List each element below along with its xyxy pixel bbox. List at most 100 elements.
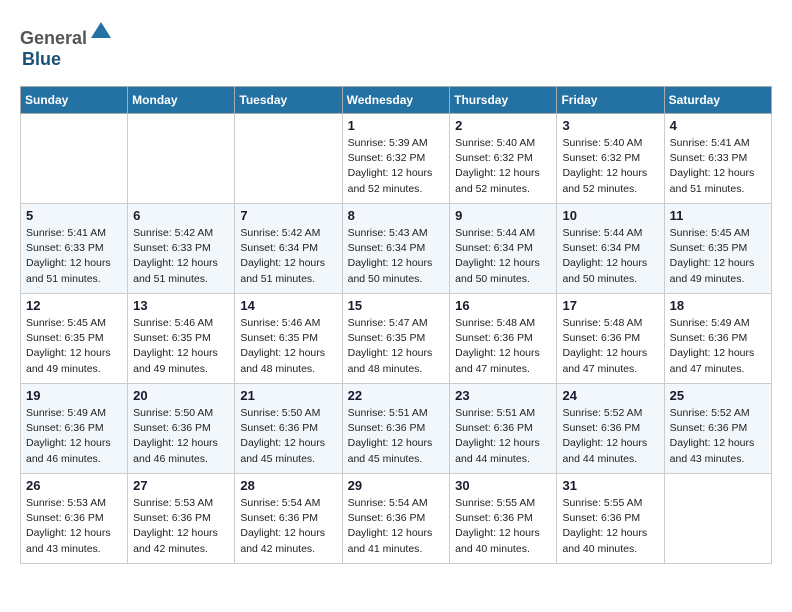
calendar-cell: 5 Sunrise: 5:41 AMSunset: 6:33 PMDaylight…	[21, 204, 128, 294]
day-info: Sunrise: 5:45 AMSunset: 6:35 PMDaylight:…	[26, 316, 122, 377]
day-info: Sunrise: 5:40 AMSunset: 6:32 PMDaylight:…	[455, 136, 551, 197]
col-header-saturday: Saturday	[664, 87, 771, 114]
page-header: General Blue	[20, 20, 772, 70]
day-number: 26	[26, 478, 122, 493]
calendar-cell: 16 Sunrise: 5:48 AMSunset: 6:36 PMDayligh…	[450, 294, 557, 384]
calendar-cell	[235, 114, 342, 204]
day-number: 13	[133, 298, 229, 313]
calendar-cell: 22 Sunrise: 5:51 AMSunset: 6:36 PMDayligh…	[342, 384, 450, 474]
calendar-cell: 28 Sunrise: 5:54 AMSunset: 6:36 PMDayligh…	[235, 474, 342, 564]
calendar-cell: 6 Sunrise: 5:42 AMSunset: 6:33 PMDaylight…	[128, 204, 235, 294]
day-info: Sunrise: 5:46 AMSunset: 6:35 PMDaylight:…	[133, 316, 229, 377]
day-number: 5	[26, 208, 122, 223]
logo-icon	[89, 20, 113, 44]
day-number: 25	[670, 388, 766, 403]
col-header-sunday: Sunday	[21, 87, 128, 114]
day-number: 1	[348, 118, 445, 133]
calendar-cell: 19 Sunrise: 5:49 AMSunset: 6:36 PMDayligh…	[21, 384, 128, 474]
logo-blue: Blue	[22, 49, 61, 69]
day-info: Sunrise: 5:52 AMSunset: 6:36 PMDaylight:…	[670, 406, 766, 467]
day-info: Sunrise: 5:41 AMSunset: 6:33 PMDaylight:…	[670, 136, 766, 197]
calendar-cell: 2 Sunrise: 5:40 AMSunset: 6:32 PMDaylight…	[450, 114, 557, 204]
day-number: 28	[240, 478, 336, 493]
day-number: 23	[455, 388, 551, 403]
calendar-cell	[21, 114, 128, 204]
calendar-cell: 7 Sunrise: 5:42 AMSunset: 6:34 PMDaylight…	[235, 204, 342, 294]
calendar-cell: 18 Sunrise: 5:49 AMSunset: 6:36 PMDayligh…	[664, 294, 771, 384]
logo-text: General Blue	[20, 20, 113, 70]
calendar-cell: 17 Sunrise: 5:48 AMSunset: 6:36 PMDayligh…	[557, 294, 664, 384]
day-info: Sunrise: 5:50 AMSunset: 6:36 PMDaylight:…	[240, 406, 336, 467]
calendar-cell: 4Sunrise: 5:41 AMSunset: 6:33 PMDaylight…	[664, 114, 771, 204]
calendar-cell: 31 Sunrise: 5:55 AMSunset: 6:36 PMDayligh…	[557, 474, 664, 564]
calendar-cell: 3 Sunrise: 5:40 AMSunset: 6:32 PMDaylight…	[557, 114, 664, 204]
day-number: 17	[562, 298, 658, 313]
day-info: Sunrise: 5:53 AMSunset: 6:36 PMDaylight:…	[133, 496, 229, 557]
calendar-cell: 15Sunrise: 5:47 AMSunset: 6:35 PMDayligh…	[342, 294, 450, 384]
calendar-cell: 8Sunrise: 5:43 AMSunset: 6:34 PMDaylight…	[342, 204, 450, 294]
calendar-header-row: SundayMondayTuesdayWednesdayThursdayFrid…	[21, 87, 772, 114]
day-number: 18	[670, 298, 766, 313]
calendar-week-5: 26 Sunrise: 5:53 AMSunset: 6:36 PMDayligh…	[21, 474, 772, 564]
calendar-cell: 26Sunrise: 5:53 AMSunset: 6:36 PMDayligh…	[21, 474, 128, 564]
calendar-cell: 29 Sunrise: 5:54 AMSunset: 6:36 PMDayligh…	[342, 474, 450, 564]
day-info: Sunrise: 5:50 AMSunset: 6:36 PMDaylight:…	[133, 406, 229, 467]
day-info: Sunrise: 5:39 AMSunset: 6:32 PMDaylight:…	[348, 136, 445, 197]
day-info: Sunrise: 5:44 AMSunset: 6:34 PMDaylight:…	[562, 226, 658, 287]
day-number: 2	[455, 118, 551, 133]
day-info: Sunrise: 5:42 AMSunset: 6:33 PMDaylight:…	[133, 226, 229, 287]
calendar-cell: 30Sunrise: 5:55 AMSunset: 6:36 PMDayligh…	[450, 474, 557, 564]
logo: General Blue	[20, 20, 113, 70]
day-number: 3	[562, 118, 658, 133]
day-number: 14	[240, 298, 336, 313]
calendar-cell: 23 Sunrise: 5:51 AMSunset: 6:36 PMDayligh…	[450, 384, 557, 474]
calendar-cell: 12 Sunrise: 5:45 AMSunset: 6:35 PMDayligh…	[21, 294, 128, 384]
day-number: 16	[455, 298, 551, 313]
day-number: 22	[348, 388, 445, 403]
day-info: Sunrise: 5:40 AMSunset: 6:32 PMDaylight:…	[562, 136, 658, 197]
day-info: Sunrise: 5:48 AMSunset: 6:36 PMDaylight:…	[455, 316, 551, 377]
day-info: Sunrise: 5:41 AMSunset: 6:33 PMDaylight:…	[26, 226, 122, 287]
day-number: 12	[26, 298, 122, 313]
day-info: Sunrise: 5:51 AMSunset: 6:36 PMDaylight:…	[455, 406, 551, 467]
day-number: 29	[348, 478, 445, 493]
calendar-cell: 9 Sunrise: 5:44 AMSunset: 6:34 PMDaylight…	[450, 204, 557, 294]
day-info: Sunrise: 5:45 AMSunset: 6:35 PMDaylight:…	[670, 226, 766, 287]
calendar-week-1: 1 Sunrise: 5:39 AMSunset: 6:32 PMDaylight…	[21, 114, 772, 204]
calendar-cell: 11Sunrise: 5:45 AMSunset: 6:35 PMDayligh…	[664, 204, 771, 294]
logo-general: General	[20, 28, 87, 48]
day-info: Sunrise: 5:54 AMSunset: 6:36 PMDaylight:…	[348, 496, 445, 557]
calendar-cell: 20Sunrise: 5:50 AMSunset: 6:36 PMDayligh…	[128, 384, 235, 474]
day-number: 31	[562, 478, 658, 493]
day-info: Sunrise: 5:51 AMSunset: 6:36 PMDaylight:…	[348, 406, 445, 467]
calendar-cell: 13 Sunrise: 5:46 AMSunset: 6:35 PMDayligh…	[128, 294, 235, 384]
day-info: Sunrise: 5:48 AMSunset: 6:36 PMDaylight:…	[562, 316, 658, 377]
day-info: Sunrise: 5:49 AMSunset: 6:36 PMDaylight:…	[26, 406, 122, 467]
calendar-week-3: 12 Sunrise: 5:45 AMSunset: 6:35 PMDayligh…	[21, 294, 772, 384]
day-info: Sunrise: 5:47 AMSunset: 6:35 PMDaylight:…	[348, 316, 445, 377]
day-info: Sunrise: 5:54 AMSunset: 6:36 PMDaylight:…	[240, 496, 336, 557]
col-header-monday: Monday	[128, 87, 235, 114]
calendar-cell: 25 Sunrise: 5:52 AMSunset: 6:36 PMDayligh…	[664, 384, 771, 474]
day-info: Sunrise: 5:55 AMSunset: 6:36 PMDaylight:…	[562, 496, 658, 557]
day-number: 7	[240, 208, 336, 223]
day-info: Sunrise: 5:43 AMSunset: 6:34 PMDaylight:…	[348, 226, 445, 287]
day-info: Sunrise: 5:49 AMSunset: 6:36 PMDaylight:…	[670, 316, 766, 377]
calendar-cell: 1 Sunrise: 5:39 AMSunset: 6:32 PMDaylight…	[342, 114, 450, 204]
day-info: Sunrise: 5:46 AMSunset: 6:35 PMDaylight:…	[240, 316, 336, 377]
calendar-cell: 27 Sunrise: 5:53 AMSunset: 6:36 PMDayligh…	[128, 474, 235, 564]
calendar-table: SundayMondayTuesdayWednesdayThursdayFrid…	[20, 86, 772, 564]
day-info: Sunrise: 5:42 AMSunset: 6:34 PMDaylight:…	[240, 226, 336, 287]
day-number: 27	[133, 478, 229, 493]
col-header-wednesday: Wednesday	[342, 87, 450, 114]
day-info: Sunrise: 5:52 AMSunset: 6:36 PMDaylight:…	[562, 406, 658, 467]
day-number: 30	[455, 478, 551, 493]
day-number: 6	[133, 208, 229, 223]
day-number: 19	[26, 388, 122, 403]
calendar-cell: 14 Sunrise: 5:46 AMSunset: 6:35 PMDayligh…	[235, 294, 342, 384]
calendar-week-2: 5 Sunrise: 5:41 AMSunset: 6:33 PMDaylight…	[21, 204, 772, 294]
calendar-cell	[128, 114, 235, 204]
calendar-cell	[664, 474, 771, 564]
day-info: Sunrise: 5:44 AMSunset: 6:34 PMDaylight:…	[455, 226, 551, 287]
day-number: 9	[455, 208, 551, 223]
